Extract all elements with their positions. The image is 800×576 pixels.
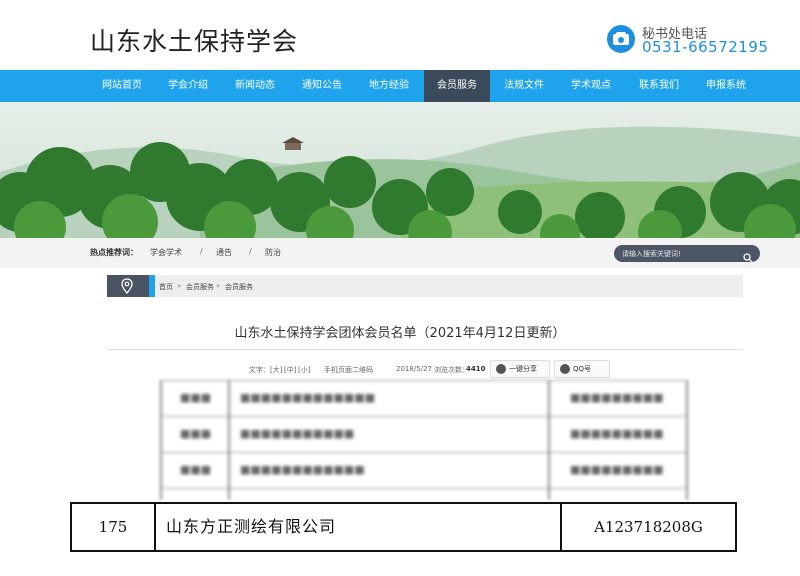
nav-item-application-system[interactable]: 申报系统 <box>694 70 758 102</box>
nav-item-local-experience[interactable]: 地方经验 <box>357 70 421 102</box>
site-title[interactable]: 山东水土保持学会 <box>90 22 298 58</box>
phone-number: 0531-66572195 <box>642 38 769 56</box>
table-row: ■■■ ■■■■■■■■■■■ ■■■■■■■■■ <box>160 416 688 453</box>
hot-separator: / <box>200 247 203 256</box>
share-label: 一键分享 <box>509 365 537 373</box>
breadcrumb-member-services[interactable]: 会员服务 <box>186 282 214 292</box>
mobile-qr-link[interactable]: 手机页面二维码 <box>324 365 373 375</box>
breadcrumb-current[interactable]: 会员服务 <box>225 282 253 292</box>
hot-link-prevention[interactable]: 防治 <box>265 247 281 258</box>
qq-button[interactable]: QQ号 <box>554 360 610 378</box>
qq-icon <box>560 364 570 374</box>
blurred-member-table: ■■■ ■■■■■■■■■■■■■ ■■■■■■■■■ ■■■ ■■■■■■■■… <box>160 380 688 500</box>
search-input[interactable] <box>622 247 732 260</box>
hot-separator: / <box>249 247 252 256</box>
nav-item-news[interactable]: 新闻动态 <box>223 70 287 102</box>
article-title: 山东水土保持学会团体会员名单（2021年4月12日更新） <box>234 326 566 341</box>
qq-label: QQ号 <box>573 365 592 373</box>
nav-item-member-services[interactable]: 会员服务 <box>424 70 490 102</box>
table-row: ■■■ ■■■■■■■■■■■■ ■■■■■■■■■ <box>160 452 688 489</box>
forest-banner-image <box>0 102 800 238</box>
member-table-row: 175 山东方正测绘有限公司 A123718208G <box>70 502 737 552</box>
font-size-label: 文字： <box>249 366 270 374</box>
hot-link-academic[interactable]: 学会学术 <box>150 247 182 258</box>
main-nav: 网站首页 学会介绍 新闻动态 通知公告 地方经验 会员服务 法规文件 学术观点 … <box>0 70 800 102</box>
title-divider <box>107 349 743 350</box>
cell-divider <box>154 504 156 550</box>
search-box <box>614 245 760 263</box>
hot-keywords-label: 热点推荐词： <box>90 248 138 257</box>
search-icon[interactable] <box>743 248 753 267</box>
breadcrumb-separator: » <box>216 282 221 290</box>
views-count: 4410 <box>466 365 486 373</box>
member-name: 山东方正测绘有限公司 <box>166 517 337 536</box>
nav-item-regulations[interactable]: 法规文件 <box>492 70 556 102</box>
share-button[interactable]: 一键分享 <box>490 360 550 378</box>
font-size-medium[interactable]: [中] <box>284 365 296 375</box>
member-code: A123718208G <box>594 518 703 536</box>
member-number: 175 <box>98 518 128 536</box>
site-header: 山东水土保持学会 秘书处电话 0531-66572195 <box>0 0 800 70</box>
phone-icon <box>607 25 635 53</box>
views-label: 浏览次数： <box>434 366 469 374</box>
hot-link-notice[interactable]: 通告 <box>216 247 232 258</box>
breadcrumb-home[interactable]: 首页 <box>159 282 173 292</box>
nav-item-academic[interactable]: 学术观点 <box>559 70 623 102</box>
font-size-small[interactable]: [小] <box>298 365 310 375</box>
nav-item-notices[interactable]: 通知公告 <box>290 70 354 102</box>
table-row: ■■■ ■■■■■■■■■■■■■ ■■■■■■■■■ <box>160 380 688 417</box>
breadcrumb: 首页 » 会员服务 » 会员服务 <box>107 275 743 297</box>
font-size-large[interactable]: [大] <box>270 365 282 375</box>
nav-item-about[interactable]: 学会介绍 <box>156 70 220 102</box>
share-icon <box>496 364 506 374</box>
location-icon-box <box>107 275 149 297</box>
table-row <box>160 488 688 501</box>
breadcrumb-accent <box>149 275 155 297</box>
nav-item-home[interactable]: 网站首页 <box>90 70 154 102</box>
location-pin-icon <box>121 278 133 294</box>
nav-item-contact[interactable]: 联系我们 <box>627 70 691 102</box>
breadcrumb-separator: » <box>177 282 182 290</box>
publish-date: 2018/5/27 <box>396 365 432 373</box>
